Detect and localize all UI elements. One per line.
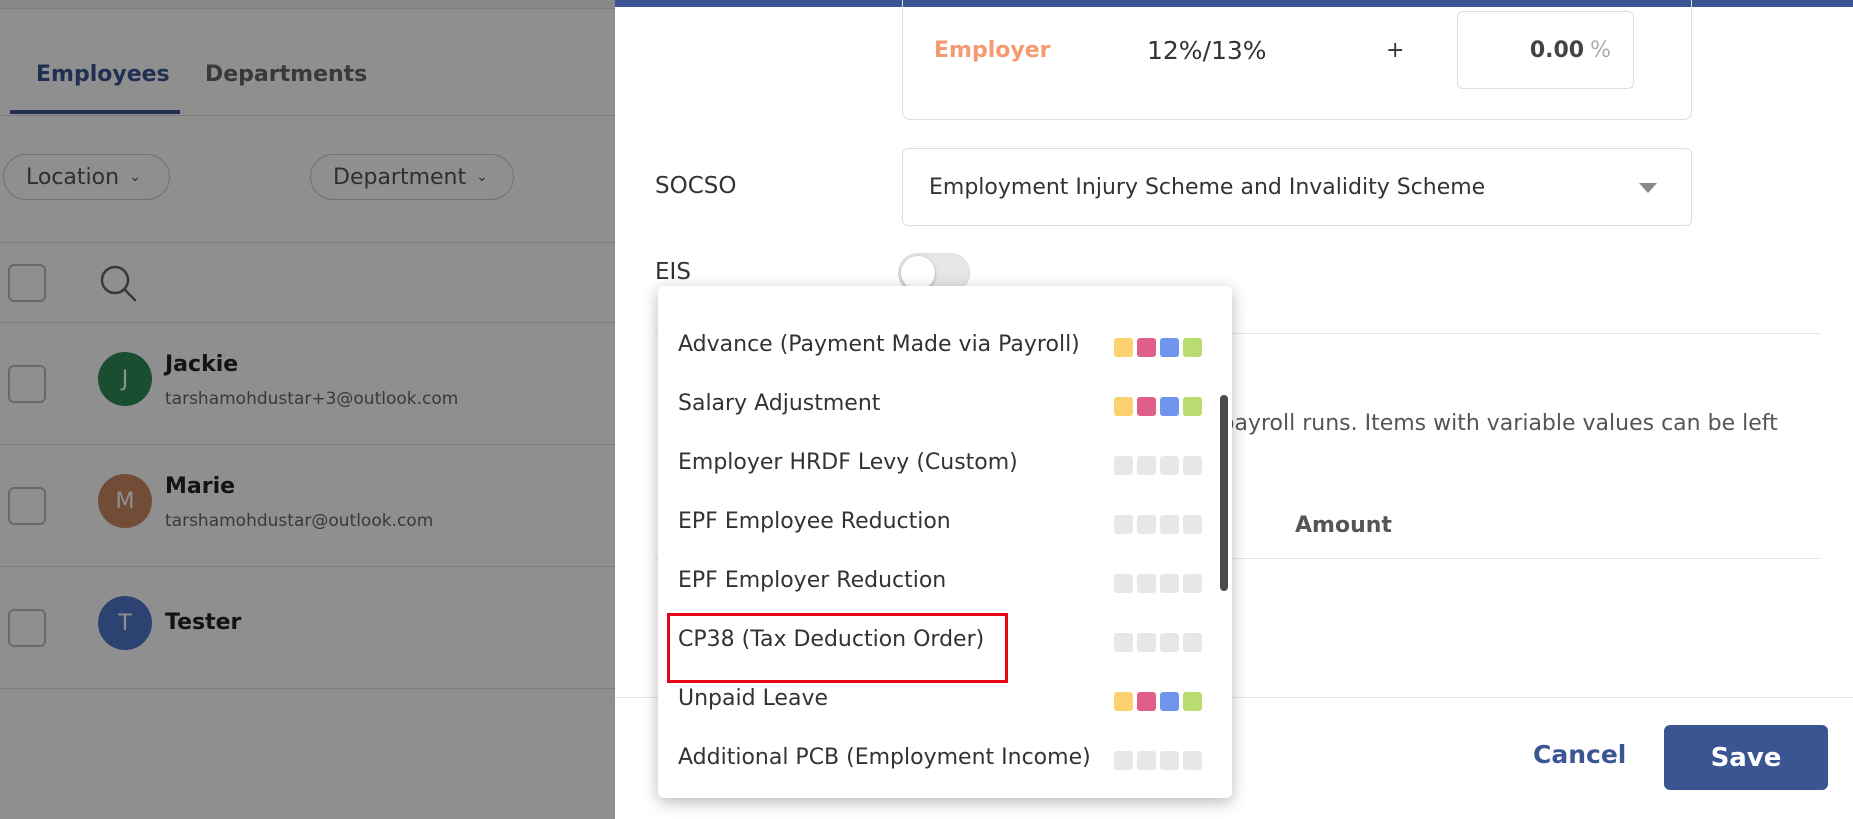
eis-label: EIS (655, 259, 691, 285)
dropdown-item-epf-employer-reduction[interactable]: EPF Employer Reduction (658, 554, 1232, 613)
chip-yellow (1114, 397, 1133, 416)
dropdown-item-additional-pcb[interactable]: Additional PCB (Employment Income) (658, 731, 1232, 790)
employee-list-page: Employees Departments Location ⌄ Departm… (0, 0, 615, 819)
percent-unit: % (1590, 37, 1611, 63)
dropdown-item-label: Advance (Payment Made via Payroll) (678, 332, 1080, 357)
chip-empty (1183, 574, 1202, 593)
epf-employer-label: Employer (934, 38, 1051, 63)
chip-empty (1137, 515, 1156, 534)
dropdown-item-label: EPF Employee Reduction (678, 509, 951, 534)
chip-empty (1137, 574, 1156, 593)
payroll-item-dropdown: Advance (Payment Made via Payroll) Salar… (658, 286, 1232, 798)
chip-empty (1137, 751, 1156, 770)
dropdown-item-employer-hrdf-levy[interactable]: Employer HRDF Levy (Custom) (658, 436, 1232, 495)
modal-backdrop[interactable] (0, 0, 615, 819)
chip-empty (1114, 515, 1133, 534)
dropdown-scrollbar[interactable] (1220, 395, 1228, 591)
description-visible-text: s in payroll runs. Items with variable v… (1175, 411, 1778, 436)
dropdown-item-label: EPF Employer Reduction (678, 568, 947, 593)
category-chips (1114, 574, 1202, 593)
dropdown-item-cp38[interactable]: CP38 (Tax Deduction Order) (658, 613, 1232, 672)
column-header-amount: Amount (1295, 513, 1392, 538)
chip-empty (1183, 515, 1202, 534)
dropdown-item-epf-employee-reduction[interactable]: EPF Employee Reduction (658, 495, 1232, 554)
chip-empty (1114, 456, 1133, 475)
cancel-button[interactable]: Cancel (1533, 740, 1626, 769)
dropdown-item-label: Unpaid Leave (678, 686, 829, 711)
chip-pink (1137, 397, 1156, 416)
caret-down-icon (1639, 183, 1657, 193)
chip-blue (1160, 338, 1179, 357)
chip-empty (1114, 751, 1133, 770)
socso-select[interactable]: Employment Injury Scheme and Invalidity … (902, 148, 1692, 226)
chip-pink (1137, 692, 1156, 711)
dropdown-item-unpaid-leave[interactable]: Unpaid Leave (658, 672, 1232, 731)
chip-empty (1160, 751, 1179, 770)
chip-empty (1160, 515, 1179, 534)
category-chips (1114, 456, 1202, 475)
dropdown-item-advance[interactable]: Advance (Payment Made via Payroll) (658, 318, 1232, 377)
dropdown-item-label: CP38 (Tax Deduction Order) (678, 627, 985, 652)
chip-blue (1160, 692, 1179, 711)
dropdown-item-label: Salary Adjustment (678, 391, 881, 416)
socso-label: SOCSO (655, 173, 737, 199)
socso-selected-value: Employment Injury Scheme and Invalidity … (929, 174, 1486, 200)
dropdown-item-label: Employer HRDF Levy (Custom) (678, 450, 1018, 475)
category-chips (1114, 397, 1202, 416)
save-button[interactable]: Save (1664, 725, 1828, 790)
chip-empty (1160, 456, 1179, 475)
additional-rate-value: 0.00 (1529, 37, 1585, 63)
chip-blue (1160, 397, 1179, 416)
chip-yellow (1114, 692, 1133, 711)
chip-empty (1160, 633, 1179, 652)
category-chips (1114, 338, 1202, 357)
epf-employer-rate: 12%/13% (1147, 36, 1267, 65)
chip-green (1183, 692, 1202, 711)
chip-empty (1183, 456, 1202, 475)
chip-empty (1160, 574, 1179, 593)
dropdown-item-salary-adjustment[interactable]: Salary Adjustment (658, 377, 1232, 436)
dropdown-item-label: Additional PCB (Employment Income) (678, 745, 1091, 770)
chip-empty (1114, 633, 1133, 652)
chip-green (1183, 338, 1202, 357)
chip-green (1183, 397, 1202, 416)
plus-sign: + (1386, 38, 1405, 63)
category-chips (1114, 515, 1202, 534)
chip-empty (1183, 633, 1202, 652)
epf-additional-rate-input[interactable]: 0.00 % (1457, 11, 1634, 89)
category-chips (1114, 633, 1202, 652)
category-chips (1114, 692, 1202, 711)
chip-empty (1137, 633, 1156, 652)
chip-empty (1114, 574, 1133, 593)
chip-empty (1137, 456, 1156, 475)
category-chips (1114, 751, 1202, 770)
chip-yellow (1114, 338, 1133, 357)
chip-empty (1183, 751, 1202, 770)
toggle-knob (901, 256, 935, 290)
chip-pink (1137, 338, 1156, 357)
